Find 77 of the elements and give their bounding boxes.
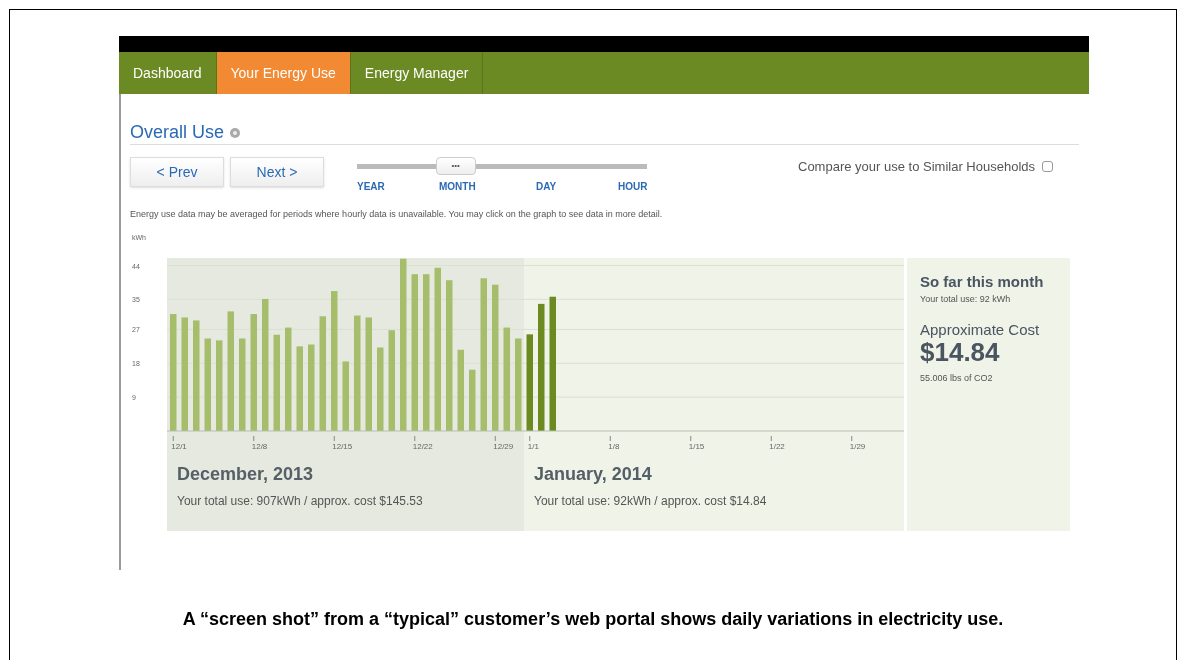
bar[interactable]: [273, 334, 280, 431]
scale-label[interactable]: DAY: [536, 179, 557, 194]
bar[interactable]: [526, 334, 533, 431]
scale-label[interactable]: MONTH: [439, 179, 476, 194]
bar[interactable]: [308, 344, 315, 431]
x-tick-label: 12/29: [493, 442, 514, 451]
bar[interactable]: [503, 327, 510, 431]
x-axis-tick: 12/15: [332, 435, 353, 451]
x-tick-label: 1/22: [769, 442, 786, 451]
bar[interactable]: [354, 315, 361, 431]
x-axis-tick: 1/8: [608, 435, 620, 451]
bar[interactable]: [388, 330, 395, 431]
x-tick-label: 1/29: [849, 442, 866, 451]
x-tick-label: 1/8: [608, 442, 620, 451]
bar[interactable]: [377, 347, 384, 431]
slider-thumb[interactable]: •••: [435, 157, 476, 175]
x-tick-label: 12/15: [332, 442, 353, 451]
month-title: December, 2013: [177, 464, 315, 484]
bar[interactable]: [262, 299, 269, 431]
next-button[interactable]: Next >: [230, 157, 324, 187]
bar[interactable]: [181, 317, 188, 431]
x-tick-label: 1/1: [527, 442, 540, 451]
bar[interactable]: [216, 340, 223, 431]
bar[interactable]: [365, 317, 372, 431]
co2-text: 55.006 lbs of CO2: [920, 371, 994, 385]
x-tick-label: 12/1: [171, 442, 188, 451]
bar[interactable]: [423, 274, 430, 431]
bar[interactable]: [538, 303, 545, 431]
bar[interactable]: [446, 280, 453, 431]
bar[interactable]: [411, 274, 418, 431]
bar[interactable]: [549, 296, 556, 431]
compare-label: Compare your use to Similar Households: [798, 158, 1035, 176]
bar[interactable]: [193, 320, 200, 431]
bar[interactable]: [227, 311, 234, 431]
scale-label[interactable]: YEAR: [357, 179, 385, 194]
bar[interactable]: [204, 338, 211, 431]
help-icon[interactable]: [230, 128, 241, 138]
slider[interactable]: •••: [357, 157, 647, 175]
section-title: Overall Use: [130, 122, 225, 142]
compare-checkbox[interactable]: [1042, 161, 1053, 173]
x-axis-tick: 12/29: [493, 435, 514, 451]
x-axis-tick: 1/29: [849, 435, 866, 451]
summary-title: So far this month: [920, 273, 1045, 291]
bar[interactable]: [250, 314, 257, 431]
month-total: Your total use: 907kWh / approx. cost $145.53: [177, 493, 424, 510]
bar[interactable]: [400, 258, 407, 431]
summary-total: Your total use: 92 kWh: [920, 293, 1012, 306]
month-title: January, 2014: [534, 464, 653, 484]
cost-label: Approximate Cost: [920, 320, 1041, 338]
cost-value: $14.84: [920, 337, 1000, 366]
x-axis-tick: 12/22: [412, 435, 433, 451]
bar[interactable]: [492, 284, 499, 431]
prev-button[interactable]: < Prev: [130, 157, 224, 187]
bar[interactable]: [285, 327, 292, 431]
x-axis-tick: 1/1: [527, 435, 539, 451]
scale-label[interactable]: HOUR: [618, 179, 648, 194]
bar[interactable]: [480, 278, 487, 431]
bar[interactable]: [319, 316, 326, 431]
bar[interactable]: [469, 369, 476, 431]
note-text: Energy use data may be averaged for periods where hourly data is unavailable. You may click on the graph to see data in more detail.: [130, 209, 664, 220]
bar[interactable]: [296, 346, 303, 431]
x-axis-tick: 12/8: [251, 435, 268, 451]
bar[interactable]: [170, 314, 177, 431]
bar[interactable]: [331, 291, 338, 431]
bar[interactable]: [342, 361, 349, 431]
x-axis-tick: 1/15: [688, 435, 705, 451]
month-total: Your total use: 92kWh / approx. cost $14.84: [534, 493, 768, 510]
x-axis-tick: 1/22: [769, 435, 785, 451]
x-tick-label: 1/15: [688, 442, 705, 451]
x-axis-tick: 12/1: [171, 435, 187, 451]
figure-caption: A “screen shot” from a “typical” customer’s web portal shows daily variations in electricity use.: [181, 608, 1005, 631]
bar[interactable]: [434, 267, 441, 431]
bar[interactable]: [457, 349, 464, 431]
x-tick-label: 12/22: [412, 442, 434, 451]
x-tick-label: 12/8: [251, 442, 268, 451]
bar[interactable]: [515, 338, 522, 431]
bar[interactable]: [239, 338, 246, 431]
